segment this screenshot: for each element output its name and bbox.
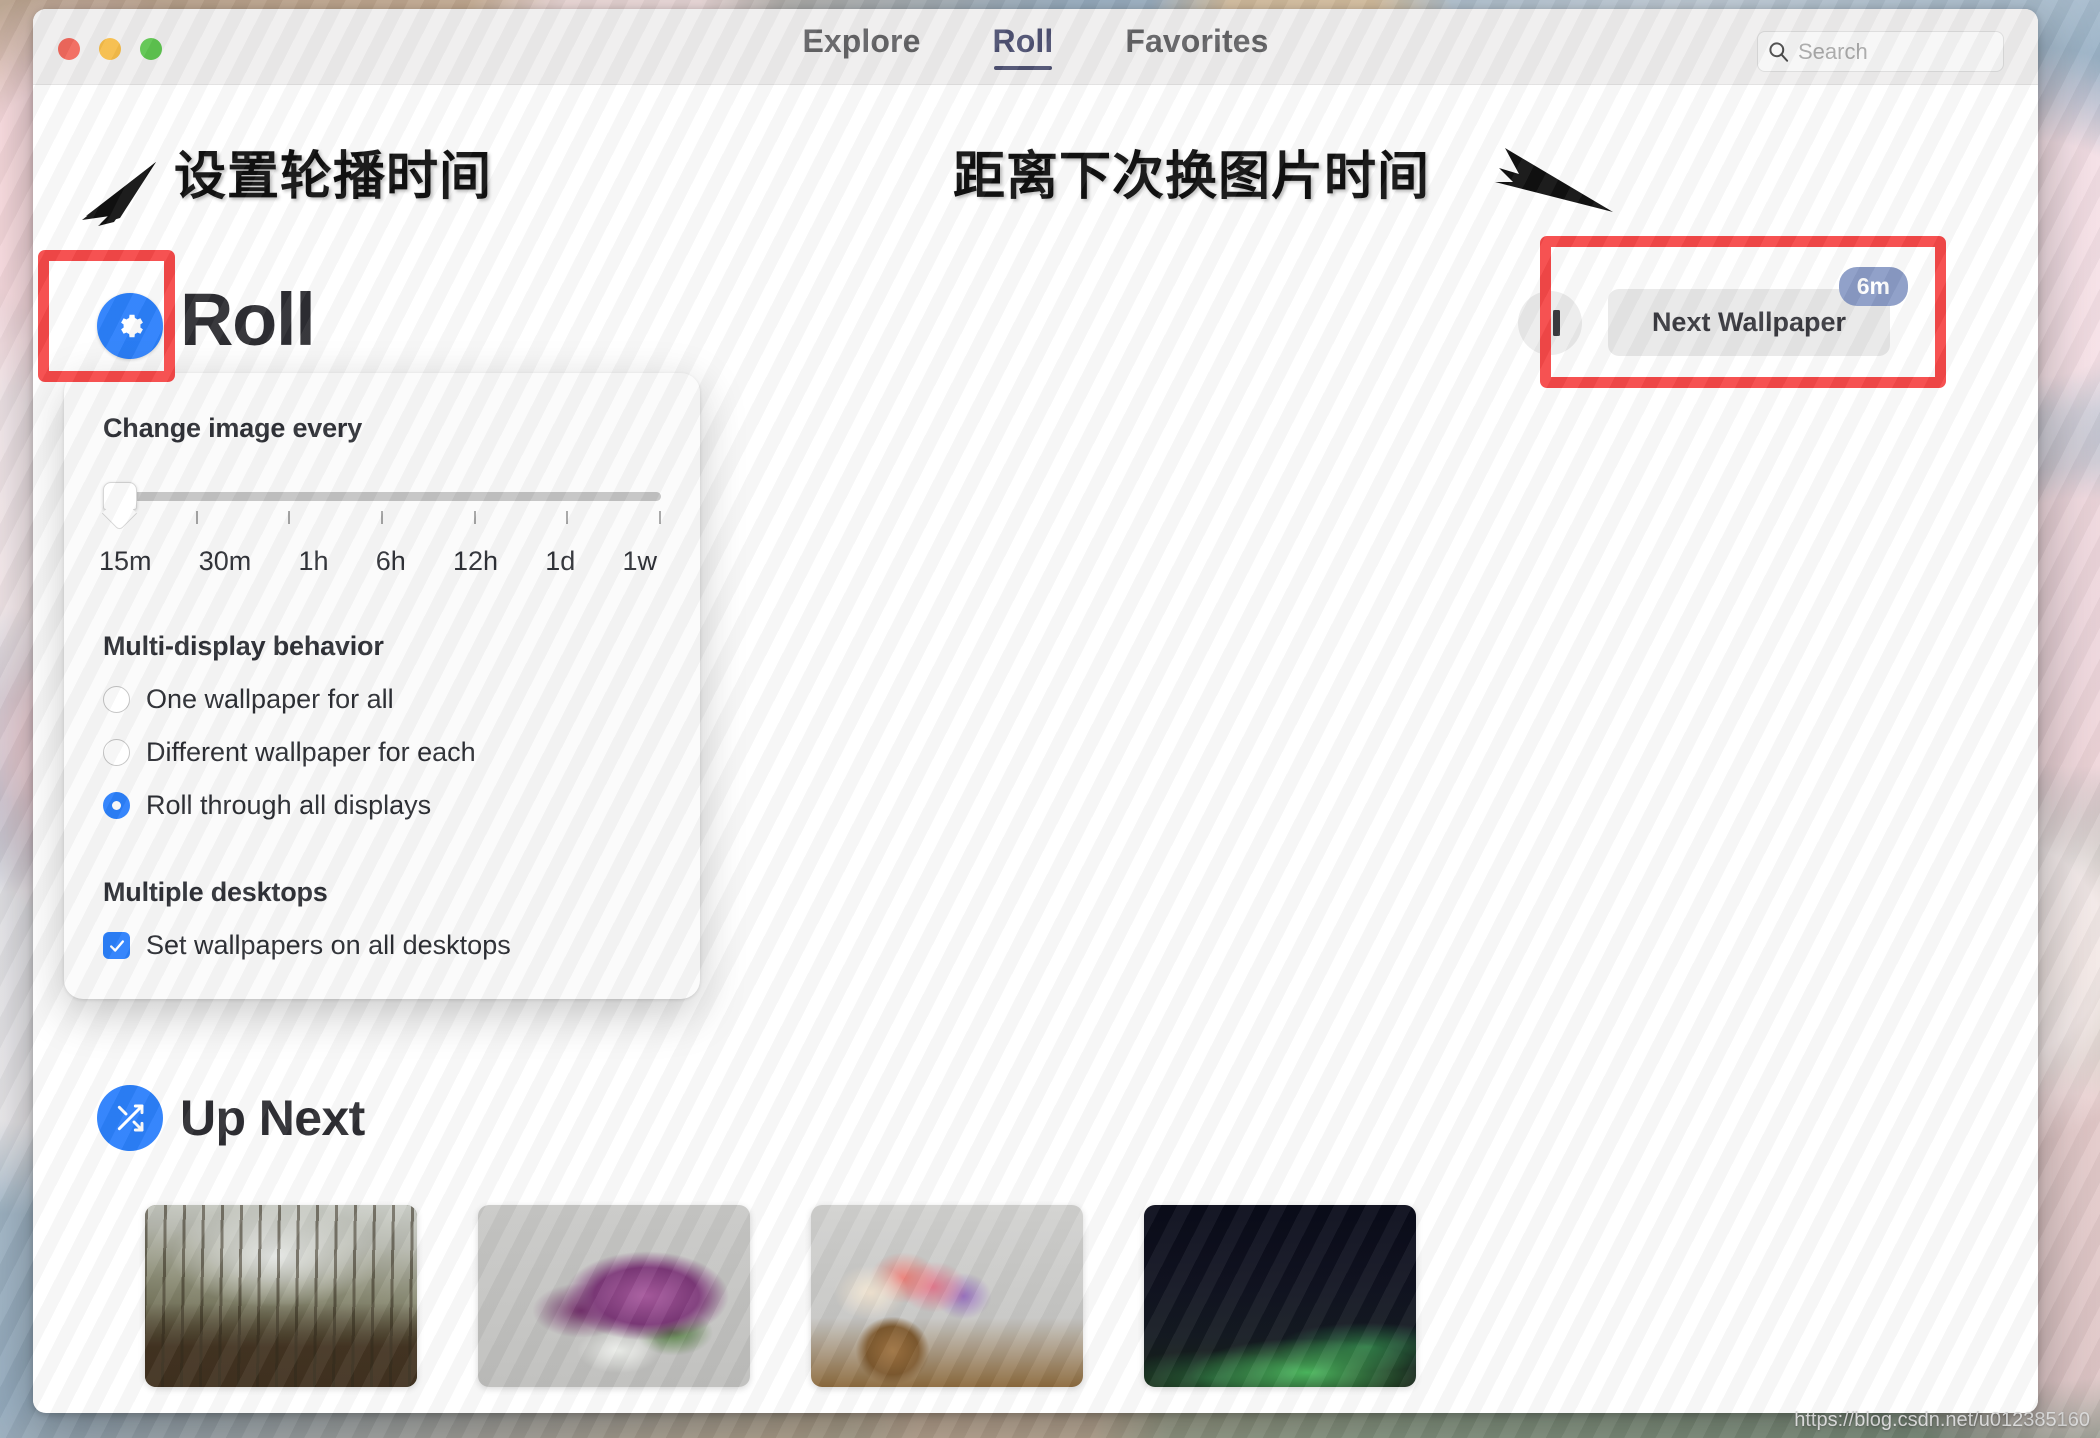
tab-roll[interactable]: Roll (993, 23, 1054, 70)
slider-tick-label-1w[interactable]: 1w (622, 546, 657, 577)
checkbox-label: Set wallpapers on all desktops (146, 930, 511, 960)
thumbnail-flower-basket[interactable] (811, 1205, 1083, 1387)
search-icon (1769, 42, 1789, 62)
radio-roll-through-all-displays[interactable]: Roll through all displays (103, 790, 661, 821)
thumbnail-purple-flowers-in-white-pitcher[interactable] (478, 1205, 750, 1387)
check-icon (109, 939, 124, 952)
slider-tick (658, 511, 661, 524)
slider-tick-label-30m[interactable]: 30m (199, 546, 252, 577)
slider-tick (473, 511, 476, 524)
tab-explore[interactable]: Explore (802, 23, 920, 70)
radio-icon[interactable] (103, 686, 130, 713)
multiple-desktops-title: Multiple desktops (103, 877, 328, 907)
pause-button[interactable] (1517, 290, 1582, 355)
radio-icon-selected[interactable] (103, 792, 130, 819)
radio-one-wallpaper-for-all[interactable]: One wallpaper for all (103, 684, 661, 715)
watermark: https://blog.csdn.net/u012385160 (1794, 1409, 2090, 1431)
thumbnail-image (1144, 1205, 1416, 1387)
thumbnail-image (811, 1205, 1083, 1387)
next-wallpaper-countdown-badge: 6m (1838, 267, 1908, 306)
radio-label: Different wallpaper for each (146, 737, 476, 767)
tab-bar: Explore Roll Favorites (33, 23, 2038, 70)
multi-display-title: Multi-display behavior (103, 631, 384, 661)
slider-tick-label-1h[interactable]: 1h (298, 546, 328, 577)
search-input[interactable] (1798, 38, 1993, 65)
slider-tick-label-15m[interactable]: 15m (99, 546, 152, 577)
change-interval-slider[interactable] (103, 480, 661, 524)
page-title: Roll (180, 278, 316, 361)
multi-display-section: Multi-display behavior One wallpaper for… (103, 631, 661, 821)
slider-tick-label-6h[interactable]: 6h (376, 546, 406, 577)
slider-tick (103, 511, 105, 524)
app-window: Explore Roll Favorites Search Roll Next … (33, 9, 2038, 1413)
checkbox-set-wallpapers-on-all-desktops[interactable]: Set wallpapers on all desktops (103, 930, 661, 961)
window-content: Roll Next Wallpaper 6m Up Next Change im… (33, 85, 2038, 1412)
annotation-arrow-right-icon (1495, 148, 1613, 212)
multiple-desktops-section: Multiple desktops Set wallpapers on all … (103, 877, 661, 961)
roll-header: Roll Next Wallpaper 6m (33, 267, 2038, 381)
radio-icon[interactable] (103, 739, 130, 766)
desktop-wallpaper: Explore Roll Favorites Search Roll Next … (0, 0, 2100, 1438)
thumbnail-foggy-forest-road[interactable] (145, 1205, 417, 1387)
annotation-arrow-left-icon (82, 162, 156, 226)
up-next-title: Up Next (180, 1090, 365, 1146)
window-titlebar: Explore Roll Favorites (33, 9, 2038, 85)
up-next-thumbnails (145, 1205, 1958, 1387)
roll-settings-popover: Change image every 15m 30m 1h 6h 12h 1d … (64, 373, 700, 999)
radio-different-wallpaper-for-each[interactable]: Different wallpaper for each (103, 737, 661, 768)
checkbox-icon-checked[interactable] (103, 932, 130, 959)
slider-tick (288, 511, 291, 524)
gear-icon-button[interactable] (97, 293, 163, 359)
annotation-time-until-next-image: 距离下次换图片时间 (953, 147, 1431, 207)
thumbnail-aurora-night-sky[interactable] (1144, 1205, 1416, 1387)
up-next-header: Up Next (97, 1085, 365, 1151)
slider-tick-labels: 15m 30m 1h 6h 12h 1d 1w (99, 546, 661, 577)
slider-thumb[interactable] (103, 482, 137, 510)
thumbnail-image (478, 1205, 750, 1387)
slider-tick-label-12h[interactable]: 12h (453, 546, 498, 577)
radio-label: One wallpaper for all (146, 684, 394, 714)
tab-favorites[interactable]: Favorites (1125, 23, 1268, 70)
search-box[interactable] (1757, 31, 2004, 72)
roll-controls: Next Wallpaper 6m (1517, 267, 1908, 356)
thumbnail-image (145, 1205, 417, 1387)
pause-icon (1552, 309, 1560, 336)
pause-icon (1539, 309, 1547, 336)
slider-track[interactable] (105, 492, 661, 501)
change-image-every-title: Change image every (103, 413, 363, 443)
slider-tick (195, 511, 198, 524)
gear-icon (121, 314, 143, 338)
slider-ticks (103, 511, 661, 524)
next-wallpaper-wrapper: Next Wallpaper 6m (1607, 267, 1908, 356)
slider-tick (566, 511, 569, 524)
radio-label: Roll through all displays (146, 790, 432, 820)
shuffle-icon (117, 1104, 144, 1132)
annotation-set-carousel-time: 设置轮播时间 (174, 147, 493, 207)
shuffle-button[interactable] (97, 1085, 163, 1151)
slider-tick-label-1d[interactable]: 1d (545, 546, 575, 577)
slider-tick (380, 511, 383, 524)
